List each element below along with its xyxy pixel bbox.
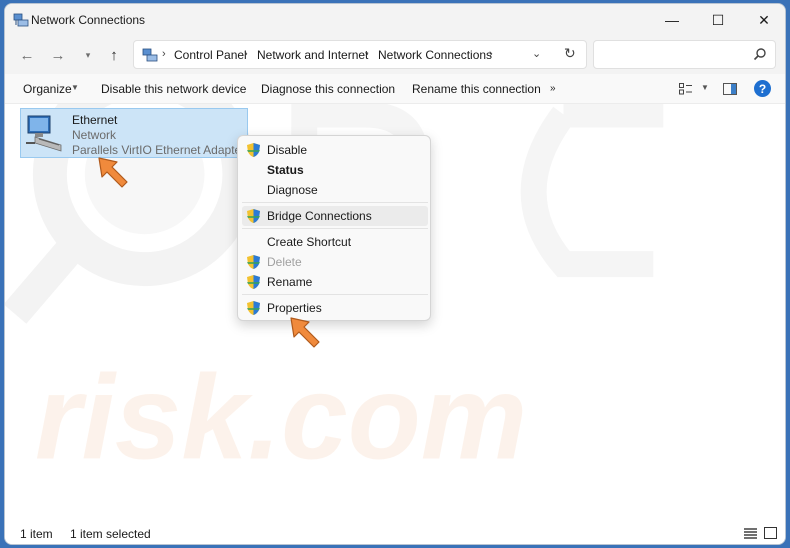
menu-item-status[interactable]: Status: [242, 160, 428, 180]
breadcrumb-separator-icon[interactable]: ›: [489, 48, 493, 60]
menu-item-diagnose[interactable]: Diagnose: [242, 180, 428, 200]
back-button[interactable]: ←: [16, 44, 38, 66]
menu-item-label: Rename: [267, 275, 313, 289]
uac-shield-icon: [247, 275, 260, 289]
more-commands-button[interactable]: »: [550, 83, 556, 94]
address-row: ← → ▾ ↑ › Control Panel › Network and In…: [5, 36, 785, 74]
recent-locations-button[interactable]: ▾: [77, 44, 99, 66]
close-icon: ✕: [758, 11, 770, 28]
menu-item-label: Bridge Connections: [267, 209, 372, 223]
status-bar: 1 item 1 item selected: [5, 522, 785, 544]
search-icon: [753, 48, 766, 61]
menu-item-label: Create Shortcut: [267, 235, 352, 249]
organize-button[interactable]: Organize: [23, 82, 72, 96]
disable-device-button[interactable]: Disable this network device: [101, 82, 246, 96]
menu-item-properties[interactable]: Properties: [242, 298, 428, 318]
up-button[interactable]: ↑: [103, 44, 125, 66]
minimize-icon: —: [665, 12, 679, 28]
search-input[interactable]: [593, 40, 776, 69]
arrow-up-icon: ↑: [110, 46, 118, 64]
maximize-icon: ☐: [711, 11, 725, 28]
rename-connection-button[interactable]: Rename this connection: [412, 82, 541, 96]
uac-shield-icon: [247, 209, 260, 223]
breadcrumb-network-and-internet[interactable]: Network and Internet: [257, 48, 368, 62]
preview-pane-icon[interactable]: [723, 83, 737, 95]
connection-adapter: Parallels VirtIO Ethernet Adapter: [72, 143, 246, 157]
chevron-down-icon: ▼: [71, 83, 79, 92]
context-menu: Disable Status Diagnose Bridge Connectio…: [237, 135, 431, 321]
menu-item-create-shortcut[interactable]: Create Shortcut: [242, 232, 428, 252]
menu-item-label: Delete: [267, 255, 302, 269]
address-bar[interactable]: › Control Panel › Network and Internet ›…: [133, 40, 587, 69]
breadcrumb-separator-icon[interactable]: ›: [365, 48, 369, 60]
menu-item-label: Diagnose: [267, 183, 318, 197]
arrow-left-icon: ←: [19, 46, 35, 64]
menu-item-label: Status: [267, 163, 304, 177]
breadcrumb-separator-icon[interactable]: ›: [244, 48, 248, 60]
refresh-icon[interactable]: ↻: [564, 45, 576, 62]
selection-count: 1 item selected: [70, 527, 151, 541]
menu-separator: [242, 294, 428, 295]
menu-item-label: Properties: [267, 301, 322, 315]
change-view-icon[interactable]: [679, 83, 693, 95]
pointer-arrow-icon: [290, 317, 320, 348]
menu-item-delete[interactable]: Delete: [242, 252, 428, 272]
item-count: 1 item: [20, 527, 53, 541]
breadcrumb-separator-icon[interactable]: ›: [162, 48, 166, 60]
breadcrumb-network-connections[interactable]: Network Connections: [378, 48, 492, 62]
close-button[interactable]: ✕: [741, 4, 785, 36]
menu-separator: [242, 228, 428, 229]
diagnose-connection-button[interactable]: Diagnose this connection: [261, 82, 395, 96]
menu-item-disable[interactable]: Disable: [242, 140, 428, 160]
command-bar: Organize ▼ Disable this network device D…: [5, 74, 785, 104]
details-view-icon[interactable]: [744, 528, 757, 539]
network-adapter-icon: [26, 115, 62, 152]
maximize-button[interactable]: ☐: [695, 4, 741, 36]
large-icons-view-icon[interactable]: [764, 527, 777, 539]
connection-status: Network: [72, 128, 117, 142]
pointer-arrow-icon: [98, 157, 128, 188]
menu-separator: [242, 202, 428, 203]
uac-shield-icon: [247, 255, 260, 269]
address-dropdown-icon[interactable]: ⌄: [532, 47, 541, 60]
arrow-right-icon: →: [50, 46, 66, 64]
network-connections-icon: [13, 13, 29, 27]
watermark-text: risk.com: [35, 352, 527, 485]
connection-name: Ethernet: [72, 113, 118, 127]
uac-shield-icon: [247, 143, 260, 157]
ethernet-connection[interactable]: Ethernet Network Parallels VirtIO Ethern…: [20, 108, 248, 158]
minimize-button[interactable]: —: [649, 4, 695, 36]
menu-item-label: Disable: [267, 143, 308, 157]
menu-item-bridge-connections[interactable]: Bridge Connections: [242, 206, 428, 226]
chevron-down-icon: ▾: [85, 49, 91, 60]
breadcrumb-control-panel[interactable]: Control Panel: [174, 48, 247, 62]
network-connections-window: Network Connections — ☐ ✕ ← → ▾ ↑ › Cont…: [4, 3, 786, 545]
menu-item-rename[interactable]: Rename: [242, 272, 428, 292]
network-connections-icon: [142, 48, 158, 62]
file-list[interactable]: risk.com Ethernet Network Parallels Virt…: [5, 104, 785, 522]
title-bar: Network Connections — ☐ ✕: [5, 4, 785, 36]
view-dropdown-icon[interactable]: ▼: [701, 83, 709, 92]
window-title: Network Connections: [31, 13, 146, 27]
forward-button[interactable]: →: [47, 44, 69, 66]
help-icon[interactable]: ?: [754, 80, 771, 97]
uac-shield-icon: [247, 301, 260, 315]
